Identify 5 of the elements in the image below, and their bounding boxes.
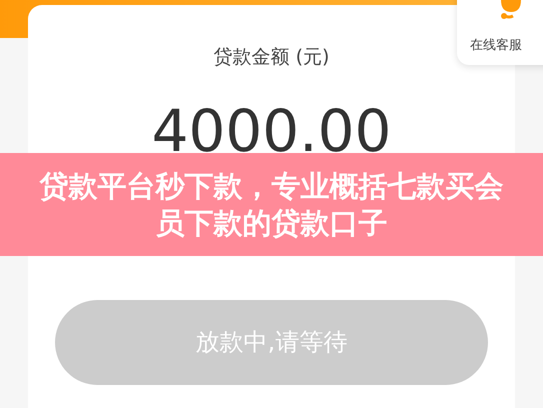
service-label: 在线客服 xyxy=(470,37,522,55)
loan-amount: 4000.00 xyxy=(152,102,392,160)
amount-label: 贷款金额 (元) xyxy=(214,45,330,70)
banner-title: 贷款平台秒下款，专业概括七款买会员下款的贷款口子 xyxy=(38,168,504,241)
service-panel[interactable]: 在线客服 xyxy=(457,0,543,65)
